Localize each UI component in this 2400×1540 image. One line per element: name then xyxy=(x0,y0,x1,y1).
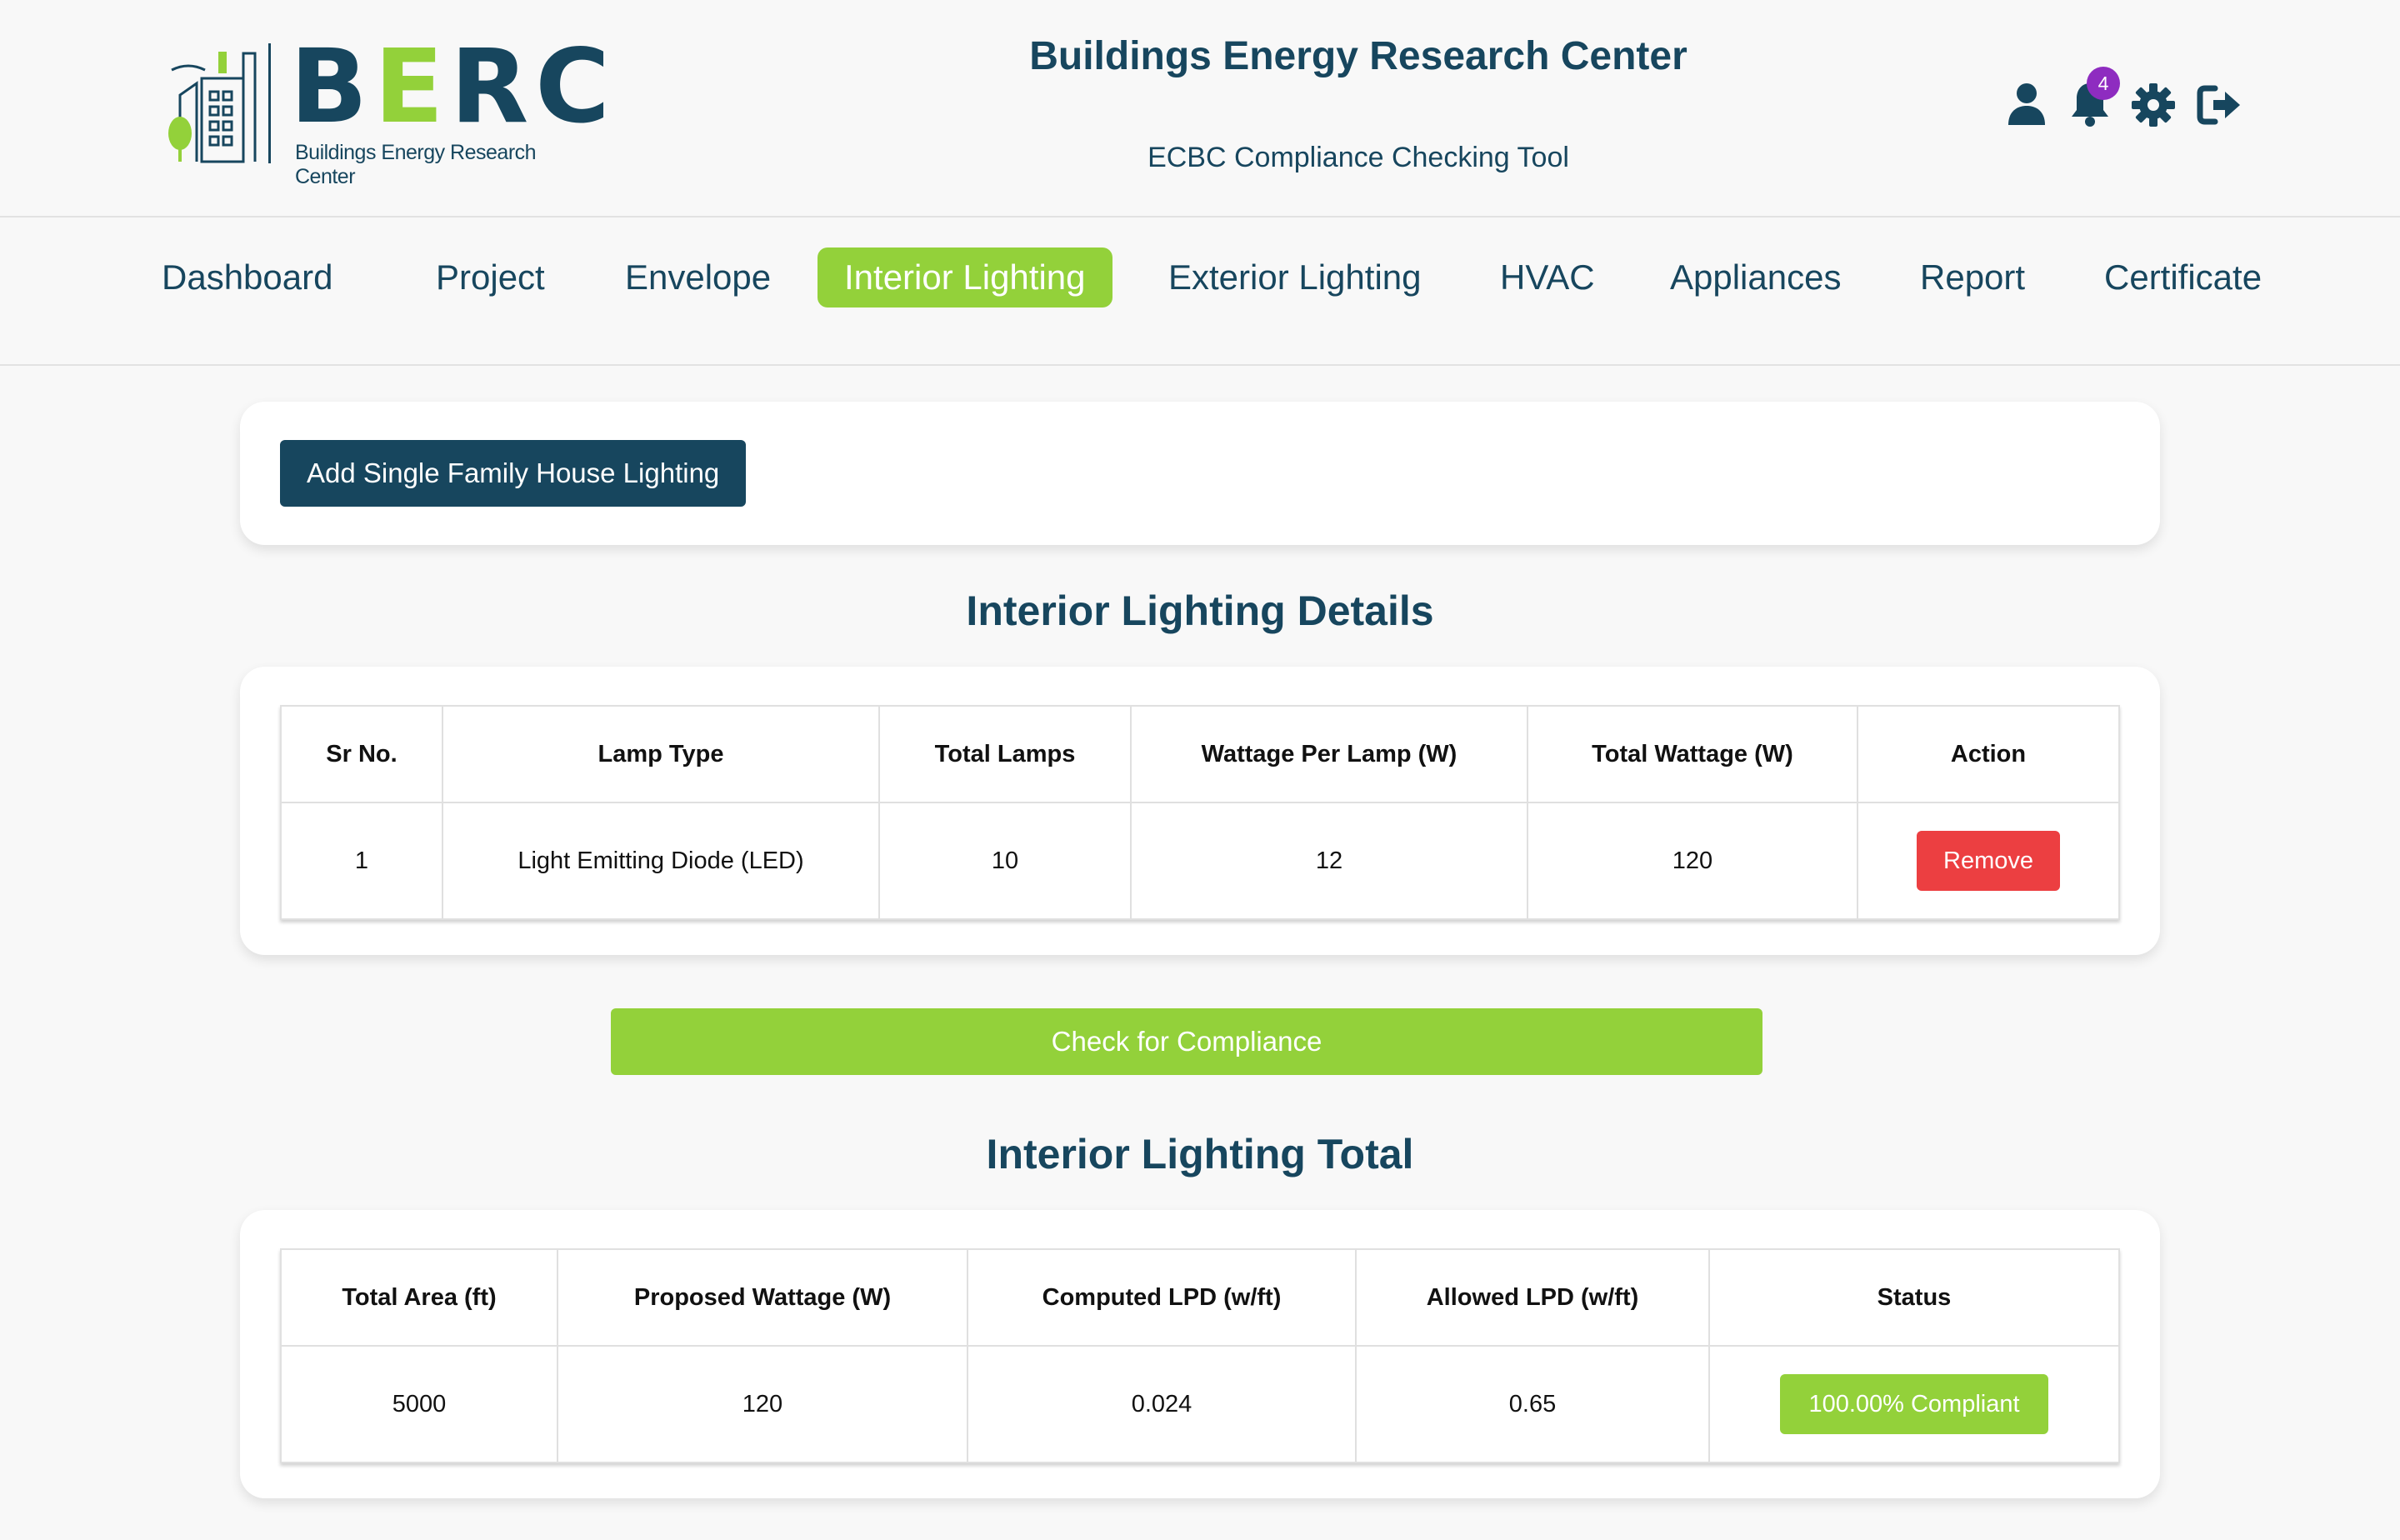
lighting-details-table: Sr No. Lamp Type Total Lamps Wattage Per… xyxy=(280,705,2120,920)
table-row: 1 Light Emitting Diode (LED) 10 12 120 R… xyxy=(280,802,2120,920)
col-computed-lpd: Computed LPD (w/ft) xyxy=(967,1248,1357,1347)
table-row: 5000 120 0.024 0.65 100.00% Compliant xyxy=(280,1345,2120,1463)
site-title: Buildings Energy Research Center xyxy=(1029,34,1688,78)
cell-total-area: 5000 xyxy=(280,1345,558,1463)
tab-report[interactable]: Report xyxy=(1920,248,2025,308)
cell-sr-no: 1 xyxy=(280,802,443,920)
cell-total-wattage: 120 xyxy=(1527,802,1858,920)
col-action: Action xyxy=(1857,705,2120,803)
details-section-title: Interior Lighting Details xyxy=(966,588,1434,634)
col-allowed-lpd: Allowed LPD (w/ft) xyxy=(1355,1248,1710,1347)
cell-status: 100.00% Compliant xyxy=(1708,1345,2120,1463)
app-header: BERC Buildings Energy Research Center Bu… xyxy=(0,0,2400,218)
tab-hvac[interactable]: HVAC xyxy=(1500,248,1595,308)
cell-lamp-type: Light Emitting Diode (LED) xyxy=(442,802,880,920)
cell-total-lamps: 10 xyxy=(878,802,1132,920)
totals-section-title: Interior Lighting Total xyxy=(986,1131,1414,1178)
details-card: Sr No. Lamp Type Total Lamps Wattage Per… xyxy=(240,667,2160,955)
logo-subtitle: Buildings Energy Research Center xyxy=(295,141,537,188)
building-logo-icon xyxy=(168,52,257,163)
col-lamp-type: Lamp Type xyxy=(442,705,880,803)
col-proposed-wattage: Proposed Wattage (W) xyxy=(557,1248,968,1347)
logout-icon[interactable] xyxy=(2197,82,2243,128)
cell-action: Remove xyxy=(1857,802,2120,920)
notification-badge: 4 xyxy=(2087,67,2120,100)
col-total-wattage: Total Wattage (W) xyxy=(1527,705,1858,803)
add-lighting-card: Add Single Family House Lighting xyxy=(240,402,2160,545)
main-nav: Dashboard Project Envelope Interior Ligh… xyxy=(0,218,2400,366)
cell-computed-lpd: 0.024 xyxy=(967,1345,1357,1463)
gear-icon[interactable] xyxy=(2130,82,2177,128)
site-subtitle: ECBC Compliance Checking Tool xyxy=(1148,142,1569,173)
col-total-lamps: Total Lamps xyxy=(878,705,1132,803)
berc-logo[interactable]: BERC Buildings Energy Research Center xyxy=(163,36,610,188)
remove-button[interactable]: Remove xyxy=(1917,831,2060,891)
user-icon[interactable] xyxy=(2003,80,2050,127)
status-badge: 100.00% Compliant xyxy=(1780,1374,2048,1434)
cell-wattage-per-lamp: 12 xyxy=(1130,802,1528,920)
tab-interior-lighting[interactable]: Interior Lighting xyxy=(818,248,1112,308)
tab-certificate[interactable]: Certificate xyxy=(2104,248,2262,308)
check-compliance-button[interactable]: Check for Compliance xyxy=(611,1008,1762,1075)
cell-proposed-wattage: 120 xyxy=(557,1345,968,1463)
table-header-row: Sr No. Lamp Type Total Lamps Wattage Per… xyxy=(280,705,2120,803)
tab-exterior-lighting[interactable]: Exterior Lighting xyxy=(1168,248,1422,308)
table-header-row: Total Area (ft) Proposed Wattage (W) Com… xyxy=(280,1248,2120,1347)
logo-wordmark: BERC xyxy=(290,28,617,146)
col-wattage-per-lamp: Wattage Per Lamp (W) xyxy=(1130,705,1528,803)
tab-dashboard[interactable]: Dashboard xyxy=(162,248,332,308)
tab-appliances[interactable]: Appliances xyxy=(1670,248,1841,308)
col-sr-no: Sr No. xyxy=(280,705,443,803)
col-status: Status xyxy=(1708,1248,2120,1347)
col-total-area: Total Area (ft) xyxy=(280,1248,558,1347)
add-single-family-lighting-button[interactable]: Add Single Family House Lighting xyxy=(280,440,747,507)
cell-allowed-lpd: 0.65 xyxy=(1355,1345,1710,1463)
totals-card: Total Area (ft) Proposed Wattage (W) Com… xyxy=(240,1210,2160,1498)
tab-envelope[interactable]: Envelope xyxy=(625,248,771,308)
lighting-totals-table: Total Area (ft) Proposed Wattage (W) Com… xyxy=(280,1248,2120,1463)
logo-divider xyxy=(268,43,271,163)
tab-project[interactable]: Project xyxy=(436,248,545,308)
